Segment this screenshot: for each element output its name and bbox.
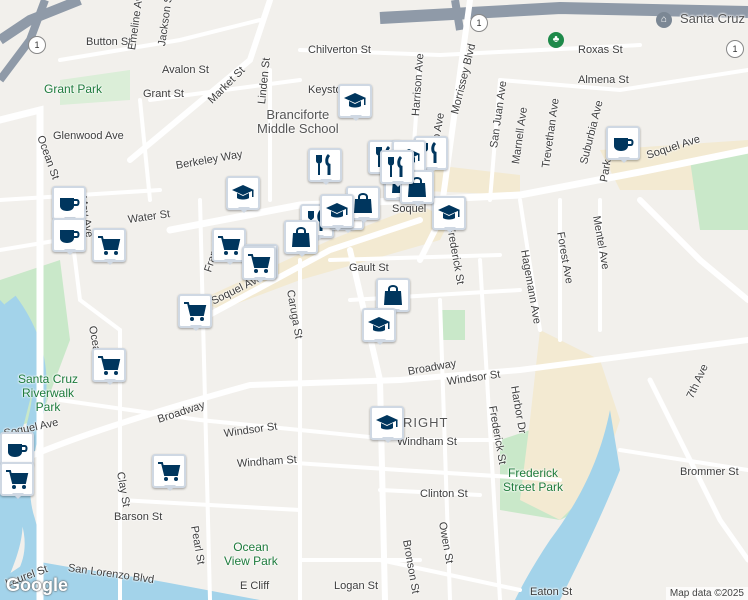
marker-pointer bbox=[224, 259, 236, 265]
school-marker[interactable] bbox=[226, 176, 260, 214]
street-label: Logan St bbox=[334, 580, 379, 592]
marker-pointer bbox=[238, 207, 250, 213]
marker-pointer bbox=[444, 227, 456, 233]
cart-marker[interactable] bbox=[0, 462, 34, 500]
street-label: Eaton St bbox=[530, 586, 573, 598]
marker-pointer bbox=[104, 259, 116, 265]
street-label: Glenwood Ave bbox=[53, 130, 124, 142]
marker-pointer bbox=[320, 179, 332, 185]
map-attribution[interactable]: Map data ©2025 bbox=[665, 587, 748, 600]
marker-box bbox=[52, 218, 86, 252]
marker-box bbox=[606, 126, 640, 160]
school-marker[interactable] bbox=[320, 194, 354, 232]
marker-pointer bbox=[392, 181, 404, 187]
marker-box bbox=[92, 348, 126, 382]
marker-pointer bbox=[618, 157, 630, 163]
park-poi-icon[interactable]: ♣ bbox=[548, 32, 564, 48]
marker-pointer bbox=[382, 437, 394, 443]
place-label: Santa Cruz bbox=[680, 11, 746, 26]
school-marker[interactable] bbox=[432, 196, 466, 234]
marker-box bbox=[376, 278, 410, 312]
marker-box bbox=[178, 294, 212, 328]
street-label: Almena St bbox=[578, 74, 629, 86]
marker-pointer bbox=[190, 325, 202, 331]
cart-marker[interactable] bbox=[212, 228, 246, 266]
marker-pointer bbox=[350, 115, 362, 121]
marker-box bbox=[0, 432, 34, 466]
marker-pointer bbox=[412, 201, 424, 207]
restaurant-marker[interactable] bbox=[308, 148, 342, 186]
marker-box bbox=[212, 228, 246, 262]
cart-marker[interactable] bbox=[152, 454, 186, 492]
marker-pointer bbox=[374, 339, 386, 345]
cafe-marker[interactable] bbox=[606, 126, 640, 164]
cart-marker[interactable] bbox=[92, 348, 126, 386]
marker-box bbox=[338, 84, 372, 118]
marker-box bbox=[308, 148, 342, 182]
street-label: Button St bbox=[86, 36, 132, 48]
route-shield: 1 bbox=[726, 40, 744, 58]
route-shield: 1 bbox=[28, 36, 46, 54]
street-label: Barson St bbox=[114, 511, 163, 523]
marker-box bbox=[226, 176, 260, 210]
marker-box bbox=[380, 150, 414, 184]
school-marker[interactable] bbox=[370, 406, 404, 444]
restaurant-marker[interactable] bbox=[380, 150, 414, 188]
marker-box bbox=[362, 308, 396, 342]
street-label: Roxas St bbox=[578, 44, 623, 56]
marker-box bbox=[92, 228, 126, 262]
marker-pointer bbox=[332, 225, 344, 231]
street-label: Gault St bbox=[349, 262, 389, 274]
street-label: Windham St bbox=[397, 436, 457, 448]
marker-box bbox=[152, 454, 186, 488]
marker-box bbox=[0, 462, 34, 496]
marker-box bbox=[370, 406, 404, 440]
marker-box bbox=[242, 246, 276, 280]
marker-pointer bbox=[358, 217, 370, 223]
park-label: Ocean View Park bbox=[224, 540, 278, 568]
bag-marker[interactable] bbox=[284, 220, 318, 258]
school-label: Branciforte Middle School bbox=[257, 107, 339, 136]
marker-box bbox=[284, 220, 318, 254]
cart-marker[interactable] bbox=[92, 228, 126, 266]
street-label: Avalon St bbox=[162, 64, 209, 76]
marker-box bbox=[320, 194, 354, 228]
route-shield: 1 bbox=[470, 14, 488, 32]
street-label: E Cliff bbox=[240, 580, 270, 592]
marker-pointer bbox=[64, 249, 76, 255]
map-canvas[interactable]: 1 1 1 ⌂ ♣ Santa Cruz Grant Park Brancifo… bbox=[0, 0, 748, 600]
map-base bbox=[0, 0, 748, 600]
park-label: Frederick Street Park bbox=[503, 466, 564, 494]
cart-marker[interactable] bbox=[242, 246, 276, 284]
marker-pointer bbox=[296, 251, 308, 257]
cart-marker[interactable] bbox=[178, 294, 212, 332]
marker-pointer bbox=[12, 493, 24, 499]
park-label: Santa Cruz Riverwalk Park bbox=[18, 372, 79, 414]
marker-box bbox=[52, 186, 86, 220]
school-marker[interactable] bbox=[338, 84, 372, 122]
school-poi-icon[interactable]: ⌂ bbox=[656, 12, 672, 28]
street-label: Brommer St bbox=[680, 466, 739, 478]
google-logo: Google bbox=[6, 575, 68, 595]
school-marker[interactable] bbox=[362, 308, 396, 346]
street-label: Grant St bbox=[143, 88, 184, 100]
cafe-marker[interactable] bbox=[52, 218, 86, 256]
street-label: Chilverton St bbox=[308, 44, 371, 56]
neighborhood-label: RIGHT bbox=[403, 415, 449, 430]
marker-pointer bbox=[254, 277, 266, 283]
park-label: Grant Park bbox=[44, 82, 103, 96]
street-label: Clinton St bbox=[420, 488, 468, 500]
marker-box bbox=[432, 196, 466, 230]
marker-pointer bbox=[104, 379, 116, 385]
marker-pointer bbox=[164, 485, 176, 491]
